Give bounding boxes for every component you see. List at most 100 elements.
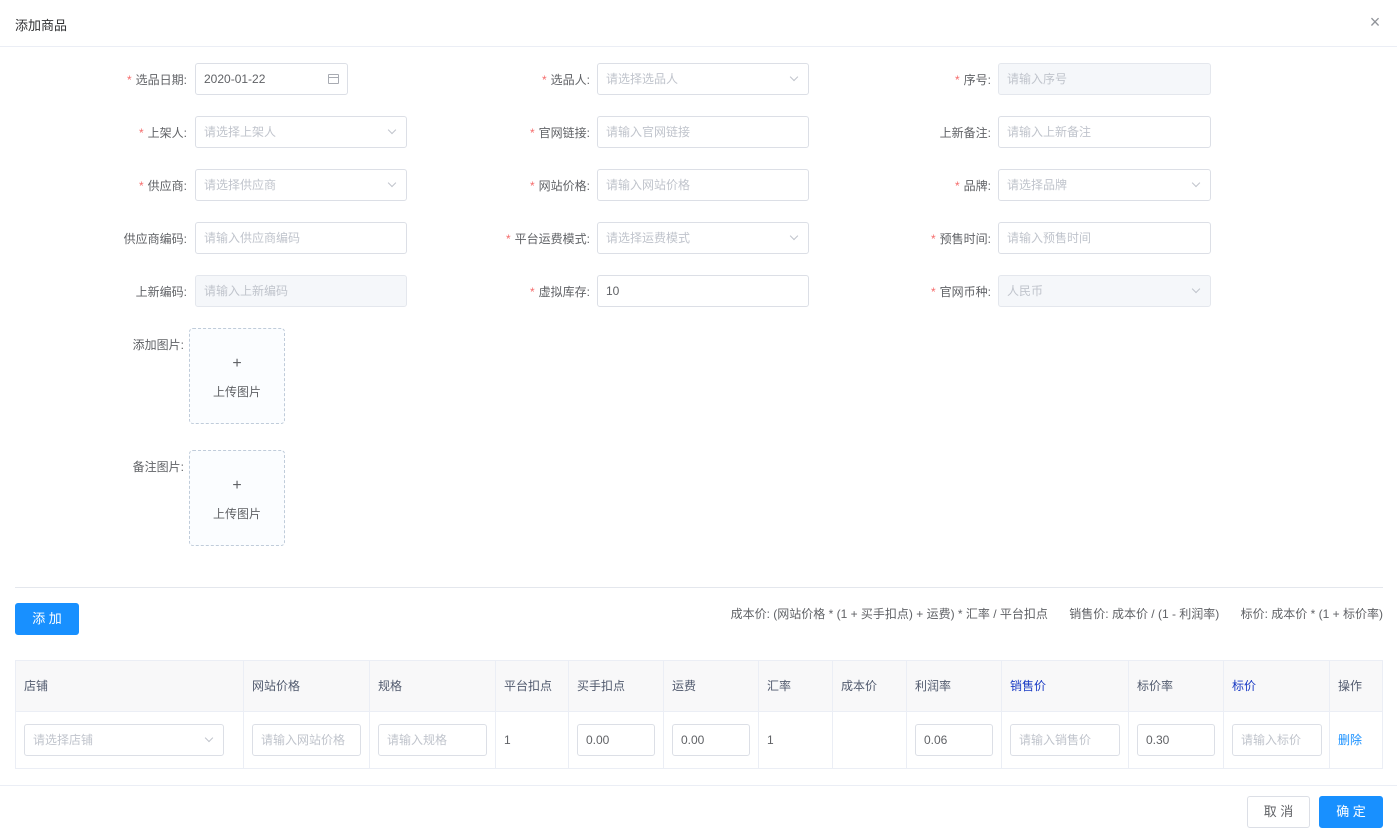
plus-icon: + [232,355,242,372]
row-site-price-placeholder: 请输入网站价格 [261,733,346,747]
header-cost-price: 成本价 [833,661,907,712]
row-spec-input[interactable]: 请输入规格 [378,724,487,756]
serial-placeholder: 请输入序号 [1007,72,1068,86]
profit-rate-input[interactable]: 0.06 [915,724,993,756]
currency-value: 人民币 [1007,284,1044,298]
header-tag-price[interactable]: 标价 [1224,661,1330,712]
selector-placeholder: 请选择选品人 [606,72,679,86]
header-site-price: 网站价格 [244,661,370,712]
header-platform-rate: 平台扣点 [496,661,569,712]
brand-label: * 品牌: [954,179,991,193]
cell-cost-price [833,712,907,769]
chevron-down-icon [788,64,800,94]
chevron-down-icon [386,170,398,200]
presale-time-input[interactable]: 请输入预售时间 [998,222,1211,254]
shop-select[interactable]: 请选择店铺 [24,724,224,756]
supplier-code-input[interactable]: 请输入供应商编码 [195,222,407,254]
profit-rate-value: 0.06 [924,733,948,747]
close-icon[interactable]: × [1367,13,1383,31]
table-row: 请选择店铺 [16,712,244,769]
add-row-button[interactable]: 添 加 [15,603,79,635]
calendar-icon [327,64,339,94]
serial-input[interactable]: 请输入序号 [998,63,1211,95]
cost-formula: 成本价: (网站价格 * (1 + 买手扣点) + 运费) * 汇率 / 平台扣… [730,607,1048,621]
shelver-label: * 上架人: [138,126,187,140]
header-shop: 店铺 [16,661,244,712]
cell-shipping: 0.00 [664,712,759,769]
add-image-upload[interactable]: + 上传图片 [189,328,285,424]
official-link-input[interactable]: 请输入官网链接 [597,116,809,148]
cell-tag-price: 请输入标价 [1224,712,1330,769]
virtual-stock-input[interactable]: 10 [597,275,809,307]
currency-select[interactable]: 人民币 [998,275,1211,307]
site-price-label: * 网站价格: [529,179,590,193]
platform-rate-value: 1 [504,733,511,747]
cell-site-price: 请输入网站价格 [244,712,370,769]
add-image-label: 添加图片: [132,338,184,352]
header-shipping: 运费 [664,661,759,712]
cancel-button[interactable]: 取 消 [1247,796,1310,828]
supplier-label: * 供应商: [138,179,187,193]
tag-price-input[interactable]: 请输入标价 [1232,724,1322,756]
shipping-value: 0.00 [681,733,705,747]
supplier-placeholder: 请选择供应商 [204,178,277,192]
site-price-input[interactable]: 请输入网站价格 [597,169,809,201]
shop-placeholder: 请选择店铺 [33,733,94,747]
shipping-mode-label: * 平台运费模式: [505,232,590,246]
header-actions: 操作 [1330,661,1382,712]
add-image-upload-text: 上传图片 [212,385,261,399]
shipping-mode-select[interactable]: 请选择运费模式 [597,222,809,254]
shelver-placeholder: 请选择上架人 [204,125,277,139]
virtual-stock-value: 10 [606,284,620,298]
new-code-input[interactable]: 请输入上新编码 [195,275,407,307]
selector-select[interactable]: 请选择选品人 [597,63,809,95]
remark-image-upload[interactable]: + 上传图片 [189,450,285,546]
select-date-picker[interactable]: 2020-01-22 [195,63,348,95]
shipping-mode-placeholder: 请选择运费模式 [606,231,691,245]
confirm-button[interactable]: 确 定 [1319,796,1383,828]
tag-rate-value: 0.30 [1146,733,1170,747]
select-date-label: * 选品日期: [126,73,187,87]
sale-formula: 销售价: 成本价 / (1 - 利润率) [1069,607,1220,621]
footer-divider [0,785,1397,786]
supplier-code-placeholder: 请输入供应商编码 [204,231,301,245]
new-remark-label: 上新备注: [939,126,991,140]
cell-actions: 删除 [1330,712,1382,769]
brand-placeholder: 请选择品牌 [1007,178,1068,192]
plus-icon: + [232,477,242,494]
cell-platform-rate: 1 [496,712,569,769]
shipping-input[interactable]: 0.00 [672,724,750,756]
buyer-rate-value: 0.00 [586,733,610,747]
site-price-placeholder: 请输入网站价格 [606,178,691,192]
shelver-select[interactable]: 请选择上架人 [195,116,407,148]
brand-select[interactable]: 请选择品牌 [998,169,1211,201]
supplier-code-label: 供应商编码: [123,232,187,246]
new-code-placeholder: 请输入上新编码 [204,284,289,298]
remark-image-upload-text: 上传图片 [212,507,261,521]
cell-sale-price: 请输入销售价 [1002,712,1129,769]
virtual-stock-label: * 虚拟库存: [529,285,590,299]
chevron-down-icon [1190,170,1202,200]
dialog-title: 添加商品 [15,18,68,33]
row-site-price-input[interactable]: 请输入网站价格 [252,724,361,756]
tag-formula: 标价: 成本价 * (1 + 标价率) [1240,607,1383,621]
new-remark-input[interactable]: 请输入上新备注 [998,116,1211,148]
delete-row-link[interactable]: 删除 [1338,712,1362,769]
dialog-header: 添加商品 × [0,0,1397,47]
tag-rate-input[interactable]: 0.30 [1137,724,1215,756]
buyer-rate-input[interactable]: 0.00 [577,724,655,756]
tag-price-placeholder: 请输入标价 [1241,733,1302,747]
header-exchange-rate: 汇率 [759,661,833,712]
sale-price-placeholder: 请输入销售价 [1019,733,1092,747]
currency-label: * 官网币种: [930,285,991,299]
new-code-label: 上新编码: [135,285,187,299]
sale-price-input[interactable]: 请输入销售价 [1010,724,1120,756]
cell-exchange-rate: 1 [759,712,833,769]
supplier-select[interactable]: 请选择供应商 [195,169,407,201]
selector-label: * 选品人: [541,73,590,87]
chevron-down-icon [386,117,398,147]
chevron-down-icon [788,223,800,253]
header-sale-price[interactable]: 销售价 [1002,661,1129,712]
presale-time-placeholder: 请输入预售时间 [1007,231,1092,245]
header-profit-rate: 利润率 [907,661,1002,712]
